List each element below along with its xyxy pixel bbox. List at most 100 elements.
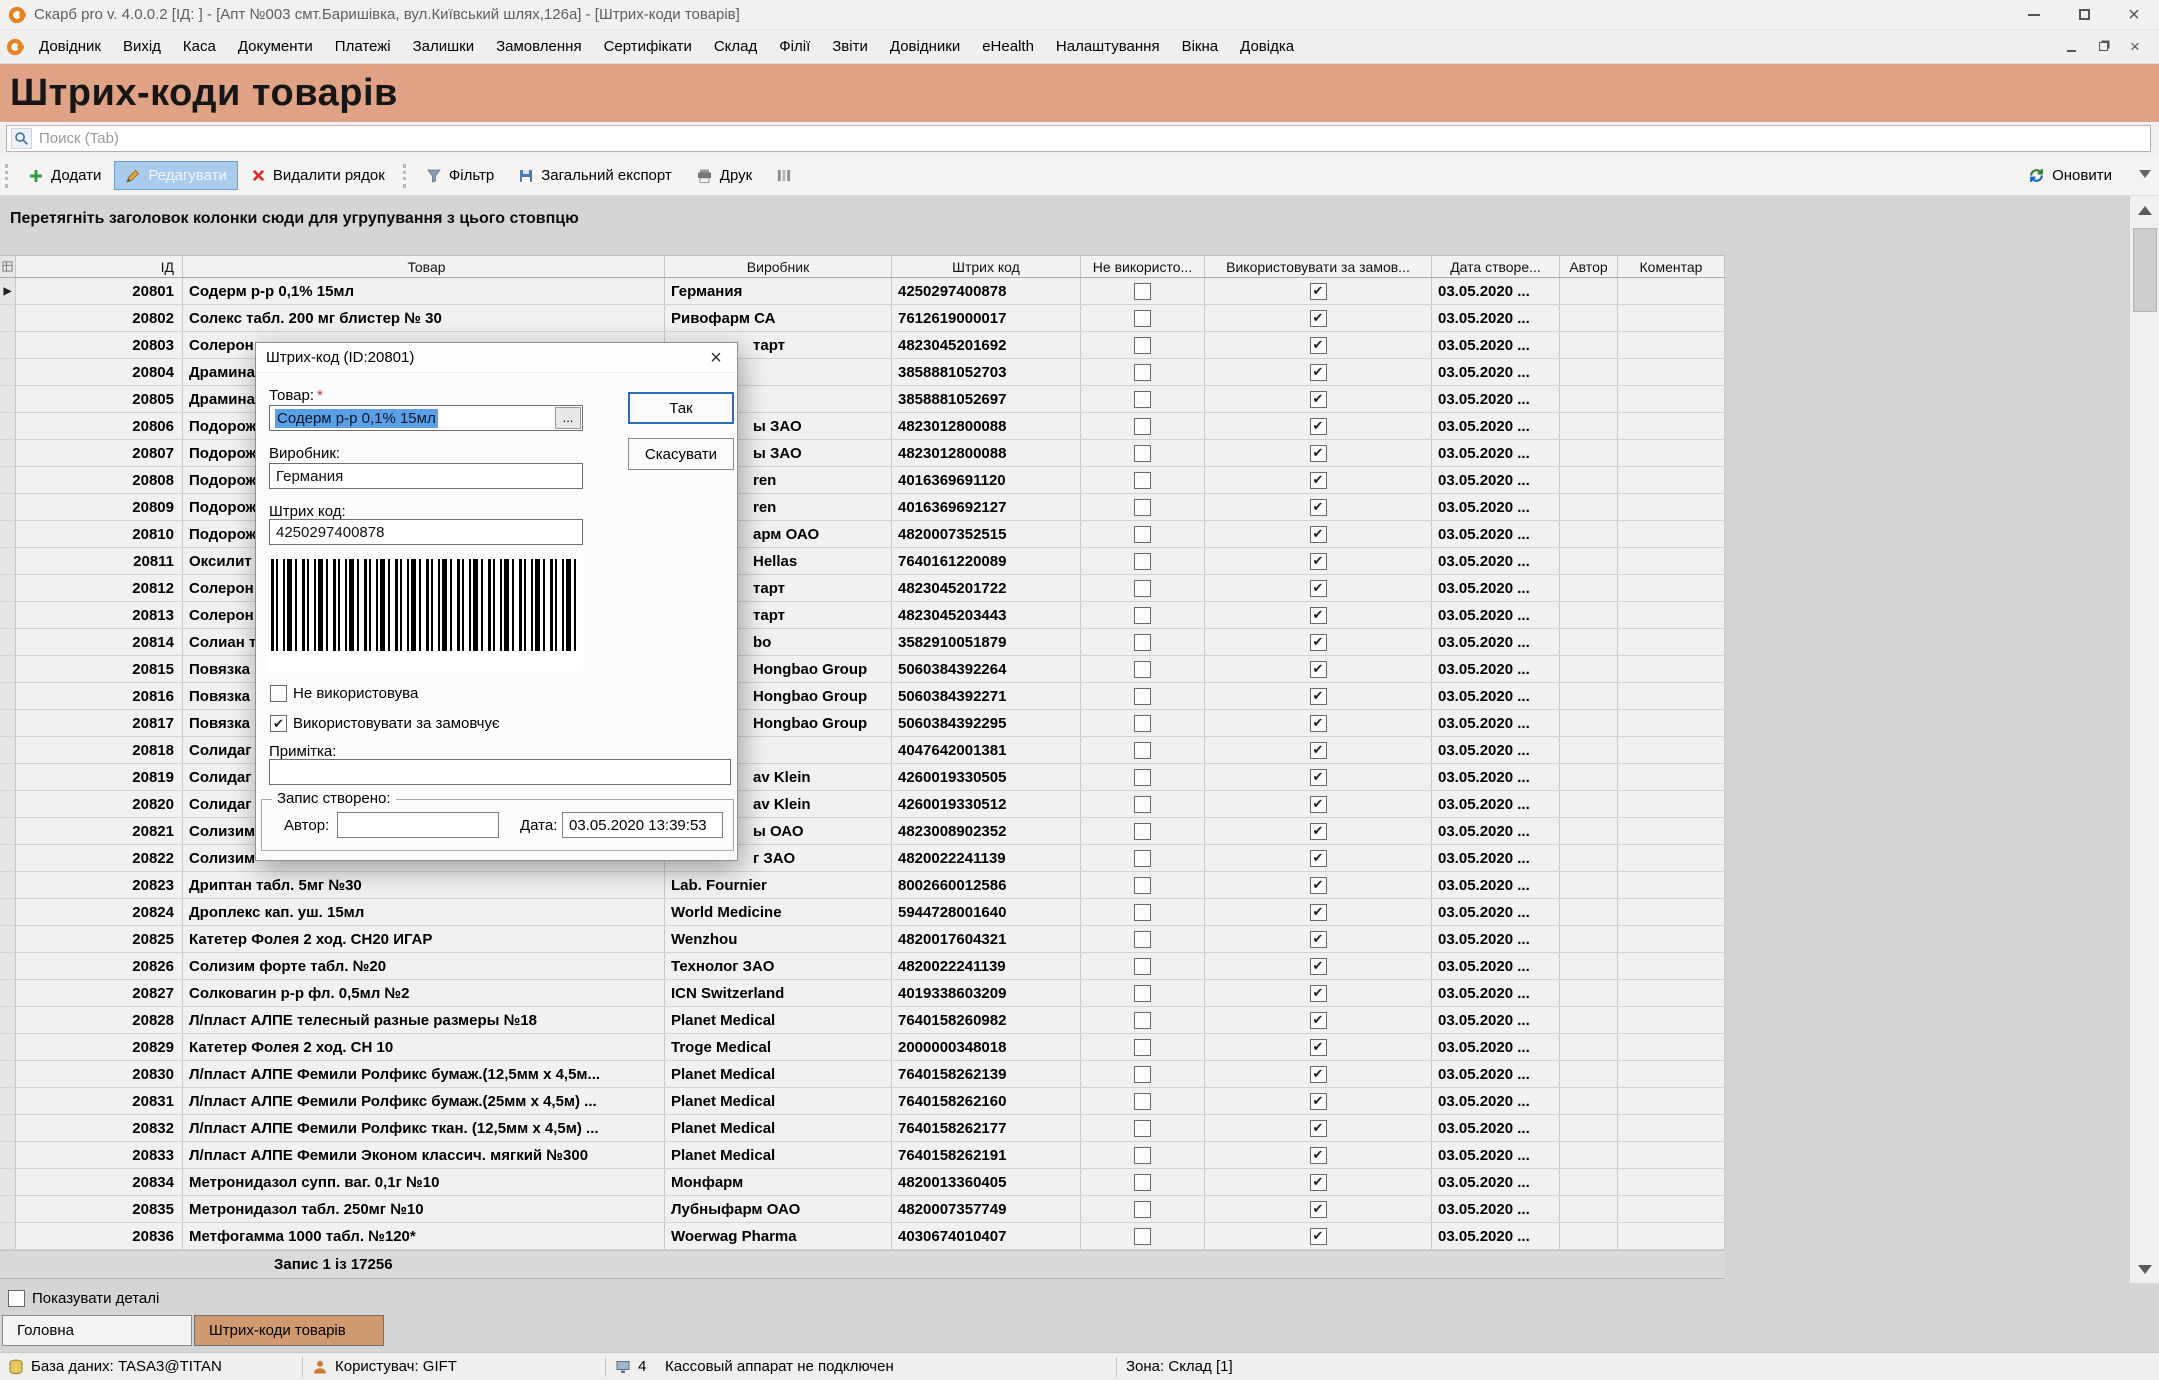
use-default-checkbox[interactable] [1310, 364, 1327, 381]
dialog-title-bar[interactable]: Штрих-код (ID:20801) [256, 343, 737, 373]
use-default-checkbox[interactable] [1310, 1201, 1327, 1218]
use-default-checkbox[interactable] [1310, 553, 1327, 570]
use-default-checkbox[interactable] [1310, 931, 1327, 948]
not-used-checkbox[interactable] [1134, 1201, 1151, 1218]
not-used-checkbox[interactable] [1134, 742, 1151, 759]
column-header-use-default[interactable]: Використовувати за замов... [1205, 256, 1432, 277]
note-field[interactable] [269, 759, 731, 785]
vertical-scrollbar[interactable] [2129, 196, 2159, 1283]
menu-item-Вихід[interactable]: Вихід [112, 33, 172, 60]
table-row[interactable]: 20829 Катетер Фолея 2 ход. СН 10 Troge M… [0, 1034, 1725, 1061]
menu-item-Склад[interactable]: Склад [703, 33, 768, 60]
refresh-button[interactable]: Оновити [2017, 161, 2123, 190]
edit-button[interactable]: Редагувати [114, 161, 238, 190]
table-row[interactable]: 20833 Л/пласт АЛПЕ Фемили Эконом классич… [0, 1142, 1725, 1169]
column-header-manufacturer[interactable]: Виробник [665, 256, 892, 277]
not-used-checkbox[interactable] [1134, 391, 1151, 408]
tab-Штрих-коди товарів[interactable]: Штрих-коди товарів [194, 1315, 384, 1346]
mdi-minimize-button[interactable] [2057, 36, 2085, 58]
not-used-checkbox[interactable] [1134, 985, 1151, 1002]
use-default-checkbox[interactable] [1310, 283, 1327, 300]
use-default-checkbox[interactable] [1310, 850, 1327, 867]
use-default-checkbox[interactable] [1310, 580, 1327, 597]
not-used-checkbox[interactable] [1134, 661, 1151, 678]
use-default-checkbox[interactable] [1310, 472, 1327, 489]
menu-item-Каса[interactable]: Каса [172, 33, 227, 60]
column-header-not-used[interactable]: Не використо... [1081, 256, 1205, 277]
filter-button[interactable]: Фільтр [415, 161, 505, 190]
not-use-toggle[interactable]: Не використовува [270, 685, 418, 702]
column-header-id[interactable]: ІД [16, 256, 183, 277]
column-header-date[interactable]: Дата створе... [1432, 256, 1560, 277]
menu-item-Довідники[interactable]: Довідники [879, 33, 971, 60]
not-used-checkbox[interactable] [1134, 418, 1151, 435]
use-default-checkbox[interactable] [1310, 823, 1327, 840]
table-row[interactable]: ▶ 20801 Содерм р-р 0,1% 15мл Германия 42… [0, 278, 1725, 305]
table-row[interactable]: 20827 Солковагин р-р фл. 0,5мл №2 ICN Sw… [0, 980, 1725, 1007]
export-button[interactable]: Загальний експорт [507, 161, 683, 190]
delete-row-button[interactable]: Видалити рядок [240, 161, 396, 190]
not-used-checkbox[interactable] [1134, 1012, 1151, 1029]
not-used-checkbox[interactable] [1134, 769, 1151, 786]
dialog-close-icon[interactable]: × [695, 343, 737, 373]
menu-item-Сертифікати[interactable]: Сертифікати [593, 33, 703, 60]
use-default-checkbox[interactable] [1310, 499, 1327, 516]
use-default-checkbox[interactable] [1310, 1147, 1327, 1164]
ok-button[interactable]: Так [628, 392, 734, 424]
not-used-checkbox[interactable] [1134, 1174, 1151, 1191]
not-used-checkbox[interactable] [1134, 526, 1151, 543]
search-input[interactable] [39, 126, 2146, 151]
not-used-checkbox[interactable] [1134, 1147, 1151, 1164]
table-row[interactable]: 20835 Метронидазол табл. 250мг №10 Лубны… [0, 1196, 1725, 1223]
toolbar-overflow-chevron-icon[interactable] [2139, 170, 2151, 178]
column-header-barcode[interactable]: Штрих код [892, 256, 1081, 277]
manufacturer-field[interactable] [269, 463, 583, 489]
menu-item-Довідник[interactable]: Довідник [28, 33, 112, 60]
not-used-checkbox[interactable] [1134, 634, 1151, 651]
menu-item-Звіти[interactable]: Звіти [821, 33, 879, 60]
not-used-checkbox[interactable] [1134, 796, 1151, 813]
use-default-checkbox[interactable] [1310, 1039, 1327, 1056]
use-default-checkbox[interactable] [1310, 985, 1327, 1002]
author-field[interactable] [337, 812, 499, 838]
table-row[interactable]: 20824 Дроплекс кап. уш. 15мл World Medic… [0, 899, 1725, 926]
use-default-checkbox[interactable] [1310, 607, 1327, 624]
use-default-checkbox[interactable] [1310, 715, 1327, 732]
barcode-field[interactable] [269, 519, 583, 545]
menu-item-Платежі[interactable]: Платежі [324, 33, 402, 60]
menu-item-Налаштування[interactable]: Налаштування [1045, 33, 1171, 60]
table-row[interactable]: 20828 Л/пласт АЛПЕ телесный разные разме… [0, 1007, 1725, 1034]
table-row[interactable]: 20832 Л/пласт АЛПЕ Фемили Ролфикс ткан. … [0, 1115, 1725, 1142]
use-default-toggle[interactable]: Використовувати за замовчує [270, 715, 500, 732]
use-default-checkbox[interactable] [1310, 445, 1327, 462]
product-lookup-button[interactable]: ... [555, 407, 581, 429]
not-used-checkbox[interactable] [1134, 445, 1151, 462]
use-default-checkbox[interactable] [1310, 688, 1327, 705]
not-used-checkbox[interactable] [1134, 1093, 1151, 1110]
print-button[interactable]: Друк [685, 161, 763, 190]
use-default-checkbox[interactable] [1310, 1093, 1327, 1110]
minimize-button[interactable] [2009, 0, 2059, 29]
use-default-checkbox[interactable] [1310, 310, 1327, 327]
not-used-checkbox[interactable] [1134, 931, 1151, 948]
table-row[interactable]: 20836 Метфогамма 1000 табл. №120* Woerwa… [0, 1223, 1725, 1250]
cancel-button[interactable]: Скасувати [628, 438, 734, 470]
not-used-checkbox[interactable] [1134, 715, 1151, 732]
not-used-checkbox[interactable] [1134, 472, 1151, 489]
table-row[interactable]: 20831 Л/пласт АЛПЕ Фемили Ролфикс бумаж.… [0, 1088, 1725, 1115]
not-used-checkbox[interactable] [1134, 1120, 1151, 1137]
use-default-checkbox[interactable] [1310, 742, 1327, 759]
column-header-author[interactable]: Автор [1560, 256, 1618, 277]
not-used-checkbox[interactable] [1134, 499, 1151, 516]
use-default-checkbox[interactable] [1310, 418, 1327, 435]
table-row[interactable]: 20834 Метронидазол супп. ваг. 0,1г №10 М… [0, 1169, 1725, 1196]
scrollbar-thumb[interactable] [2133, 228, 2157, 312]
menu-item-eHealth[interactable]: eHealth [971, 33, 1045, 60]
not-used-checkbox[interactable] [1134, 1228, 1151, 1245]
use-default-checkbox[interactable] [1310, 1066, 1327, 1083]
not-used-checkbox[interactable] [1134, 688, 1151, 705]
use-default-checkbox[interactable] [1310, 796, 1327, 813]
use-default-checkbox[interactable] [1310, 1012, 1327, 1029]
use-default-checkbox[interactable] [1310, 634, 1327, 651]
not-used-checkbox[interactable] [1134, 958, 1151, 975]
